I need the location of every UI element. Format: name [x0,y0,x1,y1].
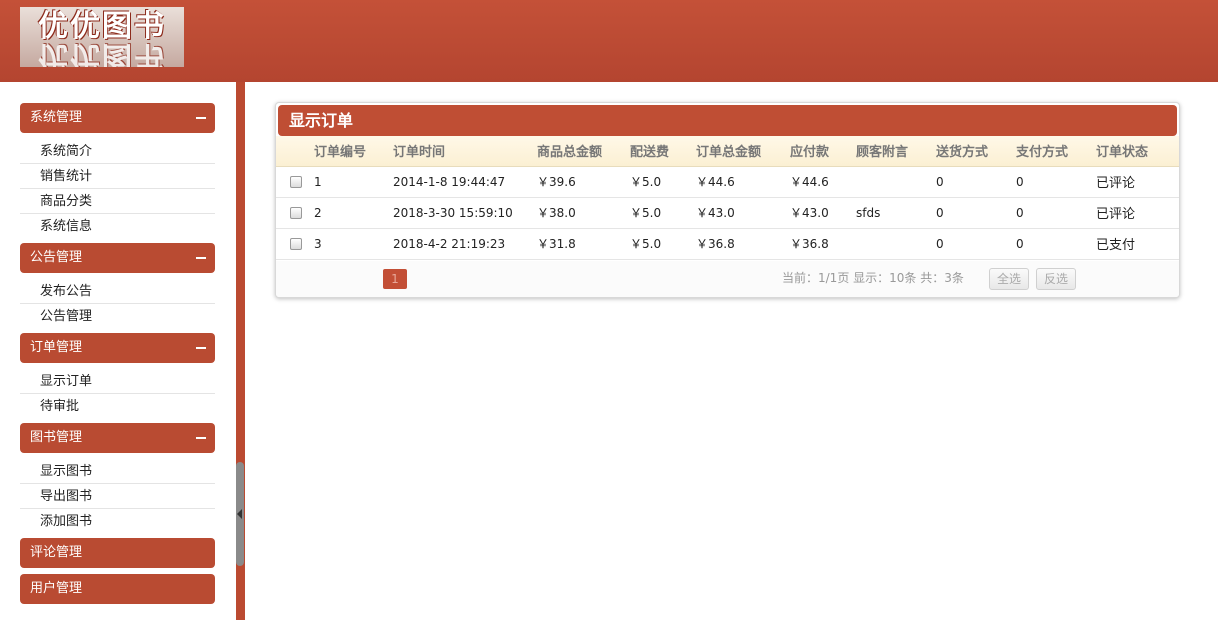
cell-order-time: 2018-3-30 15:59:10 [393,205,513,220]
sidebar-item-publish-announcement[interactable]: 发布公告 [20,279,215,304]
column-header-delivery-method[interactable]: 送货方式 [936,136,1016,167]
logo-reflection: 优优图书 [38,39,166,67]
collapse-icon[interactable] [196,117,206,119]
column-header-amount-due[interactable]: 应付款 [790,136,856,167]
cell-customer-note [856,228,936,259]
pagination-bar: 1 当前：1/1页 显示：10条 共：3条 全选 反选 [276,261,1179,297]
sidebar-item-system-info[interactable]: 系统信息 [20,214,215,239]
collapse-icon[interactable] [196,347,206,349]
sidebar-group-label: 图书管理 [30,430,83,445]
cell-order-status: 已支付 [1096,238,1136,253]
cell-delivery-fee: ￥5.0 [630,175,662,189]
sidebar-group-label: 用户管理 [30,581,83,596]
cell-order-total: ￥43.0 [696,206,735,220]
column-header-delivery-fee[interactable]: 配送费 [630,136,696,167]
sidebar-item-pending-approval[interactable]: 待审批 [20,394,215,419]
page-number-button[interactable]: 1 [383,269,407,289]
cell-goods-total: ￥39.6 [537,175,576,189]
table-row[interactable]: 1 2014-1-8 19:44:47 ￥39.6 ￥5.0 ￥44.6 ￥44… [276,166,1179,197]
sidebar-group-label: 系统管理 [30,110,83,125]
row-checkbox[interactable] [290,207,302,219]
cell-payment-method: 0 [1016,205,1024,220]
invert-selection-button[interactable]: 反选 [1036,268,1077,290]
cell-delivery-fee: ￥5.0 [630,206,662,220]
column-header-payment-method[interactable]: 支付方式 [1016,136,1096,167]
sidebar-group-users[interactable]: 用户管理 [20,574,215,604]
column-header-order-time[interactable]: 订单时间 [393,136,537,167]
column-header-goods-total[interactable]: 商品总金额 [537,136,630,167]
orders-table: 订单编号 订单时间 商品总金额 配送费 订单总金额 应付款 顾客附言 送货方式 … [276,136,1179,260]
orders-panel: 显示订单 订单编号 订单时间 商品总金额 配送费 订单总金额 应付款 顾客附言 … [275,102,1180,298]
cell-payment-method: 0 [1016,236,1024,251]
column-header-customer-note[interactable]: 顾客附言 [856,136,936,167]
sidebar-group-books[interactable]: 图书管理 [20,423,215,453]
cell-order-total: ￥36.8 [696,237,735,251]
sidebar-group-label: 评论管理 [30,545,83,560]
cell-customer-note: sfds [856,205,881,220]
sidebar-item-sales-stats[interactable]: 销售统计 [20,164,215,189]
column-header-order-total[interactable]: 订单总金额 [696,136,790,167]
table-row[interactable]: 2 2018-3-30 15:59:10 ￥38.0 ￥5.0 ￥43.0 ￥4… [276,197,1179,228]
cell-goods-total: ￥31.8 [537,237,576,251]
panel-title: 显示订单 [278,105,1177,136]
cell-order-time: 2014-1-8 19:44:47 [393,174,506,189]
sidebar-item-system-intro[interactable]: 系统简介 [20,139,215,164]
cell-goods-total: ￥38.0 [537,206,576,220]
pagination-info: 当前：1/1页 显示：10条 共：3条 [782,271,964,285]
site-logo[interactable]: 优优图书 优优图书 [20,7,184,67]
cell-amount-due: ￥43.0 [790,206,829,220]
sidebar-group-system[interactable]: 系统管理 [20,103,215,133]
collapse-icon[interactable] [196,437,206,439]
checkbox-column-header [276,136,314,167]
top-header: 优优图书 优优图书 [0,0,1218,82]
sidebar-item-show-books[interactable]: 显示图书 [20,459,215,484]
sidebar-item-categories[interactable]: 商品分类 [20,189,215,214]
sidebar-group-label: 公告管理 [30,250,83,265]
sidebar-item-manage-announcements[interactable]: 公告管理 [20,304,215,329]
sidebar-item-export-books[interactable]: 导出图书 [20,484,215,509]
sidebar-item-add-book[interactable]: 添加图书 [20,509,215,534]
sidebar-group-orders[interactable]: 订单管理 [20,333,215,363]
row-checkbox[interactable] [290,176,302,188]
cell-amount-due: ￥36.8 [790,237,829,251]
sidebar-group-announcements[interactable]: 公告管理 [20,243,215,273]
column-header-order-status[interactable]: 订单状态 [1096,136,1179,167]
cell-order-id: 3 [314,236,322,251]
cell-payment-method: 0 [1016,174,1024,189]
row-checkbox[interactable] [290,238,302,250]
sidebar-item-show-orders[interactable]: 显示订单 [20,369,215,394]
cell-customer-note [856,166,936,197]
column-header-order-id[interactable]: 订单编号 [314,136,393,167]
table-row[interactable]: 3 2018-4-2 21:19:23 ￥31.8 ￥5.0 ￥36.8 ￥36… [276,228,1179,259]
table-header-row: 订单编号 订单时间 商品总金额 配送费 订单总金额 应付款 顾客附言 送货方式 … [276,136,1179,167]
sidebar-group-comments[interactable]: 评论管理 [20,538,215,568]
cell-amount-due: ￥44.6 [790,175,829,189]
collapse-icon[interactable] [196,257,206,259]
cell-order-id: 1 [314,174,322,189]
cell-order-total: ￥44.6 [696,175,735,189]
cell-delivery-method: 0 [936,236,944,251]
cell-delivery-fee: ￥5.0 [630,237,662,251]
cell-delivery-method: 0 [936,174,944,189]
select-all-button[interactable]: 全选 [989,268,1030,290]
cell-order-time: 2018-4-2 21:19:23 [393,236,506,251]
cell-order-id: 2 [314,205,322,220]
cell-order-status: 已评论 [1096,176,1136,191]
cell-delivery-method: 0 [936,205,944,220]
collapse-arrow-icon[interactable] [237,509,242,519]
sidebar-group-label: 订单管理 [30,340,83,355]
cell-order-status: 已评论 [1096,207,1136,222]
